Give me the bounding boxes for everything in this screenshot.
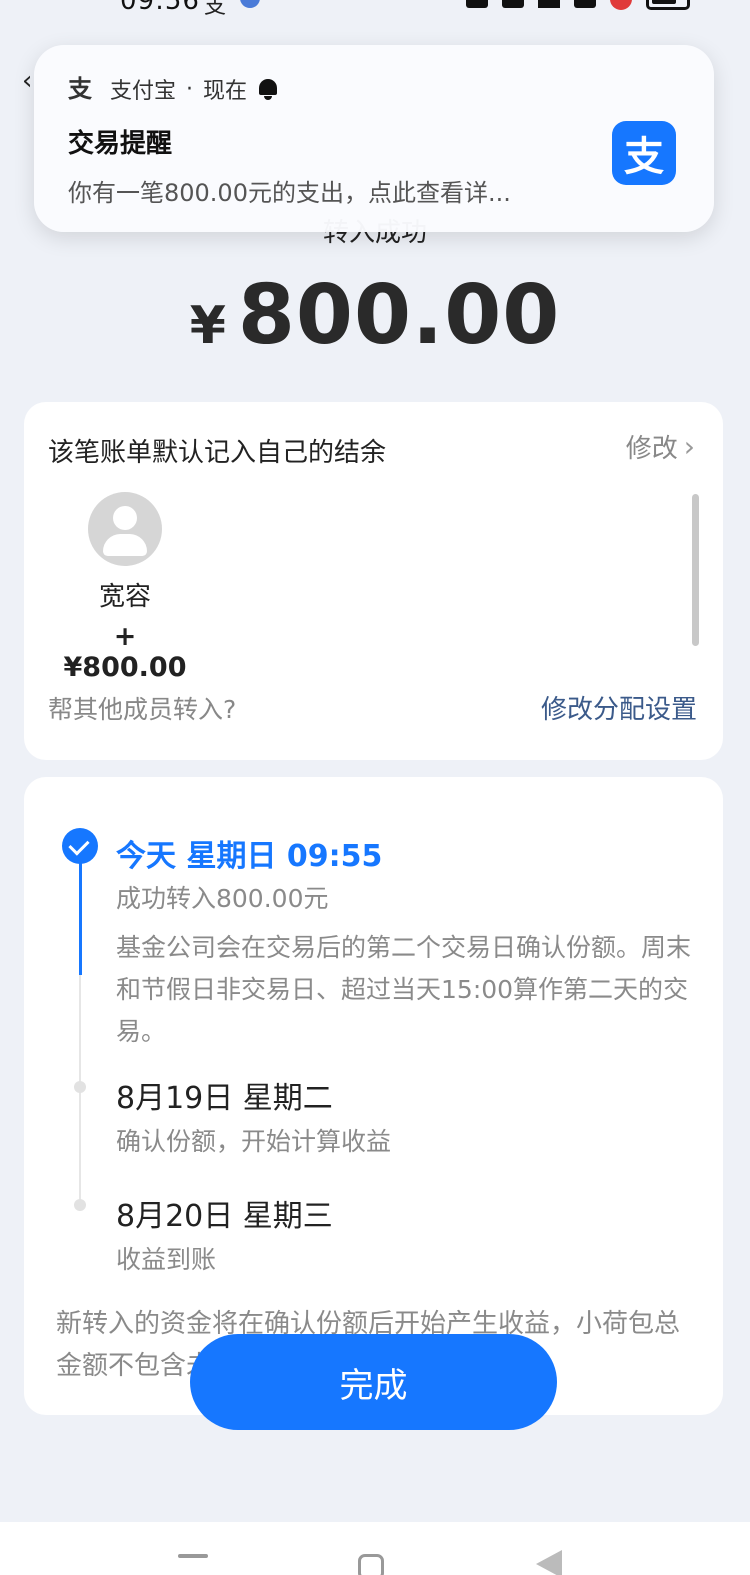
transfer-for-others-question: 帮其他成员转入? — [48, 695, 237, 724]
alipay-icon: 支 — [68, 75, 92, 103]
notification-separator: · — [186, 76, 194, 102]
member-name: 宽容 — [98, 582, 151, 612]
notification-banner[interactable]: 支 支付宝 · 现在 交易提醒 你有一笔800.00元的支出，点此查看详... … — [34, 45, 714, 232]
alipay-status-icon: 支 — [204, 0, 227, 19]
screen: 09:56 支 ‹ 转入成功 ¥ 800.00 支 支付宝 · 现在 交易提醒 … — [0, 0, 750, 1575]
timeline-step-subtitle: 成功转入800.00元 — [116, 884, 329, 913]
status-time: 09:56 — [120, 0, 200, 16]
allocation-settings-link[interactable]: 修改分配设置 — [541, 689, 697, 726]
back-icon[interactable] — [536, 1550, 562, 1575]
status-bar: 09:56 支 — [0, 0, 750, 20]
hd-icon — [502, 0, 524, 8]
timeline-line-active — [79, 863, 82, 975]
notification-body: 你有一笔800.00元的支出，点此查看详... — [68, 179, 511, 207]
done-button[interactable]: 完成 — [190, 1334, 557, 1430]
timeline-dot — [74, 1081, 86, 1093]
bell-icon — [257, 77, 279, 101]
battery-icon — [646, 0, 690, 10]
system-nav-bar — [0, 1522, 750, 1575]
signal-icon — [574, 0, 596, 8]
back-arrow-icon[interactable]: ‹ — [22, 66, 32, 96]
timeline-step-subtitle: 收益到账 — [116, 1245, 217, 1274]
amount-value: 800.00 — [237, 268, 561, 363]
notification-header: 支 支付宝 · 现在 — [68, 73, 279, 105]
notification-time: 现在 — [203, 79, 248, 104]
edit-label: 修改 — [625, 434, 678, 464]
user-head-shape — [113, 506, 137, 530]
check-circle-icon — [62, 828, 98, 864]
notification-title: 交易提醒 — [68, 129, 173, 159]
allocation-title: 该笔账单默认记入自己的结余 — [48, 438, 387, 468]
member-item[interactable]: 宽容 +¥800.00 — [60, 492, 190, 683]
alipay-logo-icon: 支 — [612, 121, 676, 185]
timeline-step-title: 今天 星期日 09:55 — [116, 839, 383, 874]
user-shoulders-shape — [103, 534, 147, 556]
timeline-step-subtitle: 确认份额，开始计算收益 — [116, 1127, 392, 1156]
currency-symbol: ¥ — [189, 296, 226, 356]
chevron-right-icon: › — [683, 430, 695, 463]
wifi-icon — [538, 0, 560, 8]
timeline-dot — [74, 1199, 86, 1211]
edit-allocation-button[interactable]: 修改 › — [626, 428, 695, 465]
security-shield-icon — [610, 0, 632, 10]
notification-app-name: 支付宝 — [110, 79, 177, 104]
status-icons — [466, 0, 690, 10]
timeline-card: 今天 星期日 09:55 成功转入800.00元 基金公司会在交易后的第二个交易… — [24, 777, 723, 1415]
app-status-icon — [240, 0, 260, 8]
menu-icon[interactable] — [178, 1554, 208, 1558]
timeline-step-description: 基金公司会在交易后的第二个交易日确认份额。周末和节假日非交易日、超过当天15:0… — [116, 933, 692, 1046]
member-amount: +¥800.00 — [63, 621, 187, 683]
timeline-step-title: 8月19日 星期二 — [116, 1081, 333, 1116]
avatar — [88, 492, 162, 566]
timeline-step-title: 8月20日 星期三 — [116, 1199, 333, 1234]
nfc-icon — [466, 0, 488, 8]
scrollbar[interactable] — [692, 494, 699, 646]
amount-display: ¥ 800.00 — [0, 268, 750, 363]
home-icon[interactable] — [358, 1554, 384, 1575]
allocation-card: 该笔账单默认记入自己的结余 修改 › 宽容 +¥800.00 帮其他成员转入? … — [24, 402, 723, 760]
